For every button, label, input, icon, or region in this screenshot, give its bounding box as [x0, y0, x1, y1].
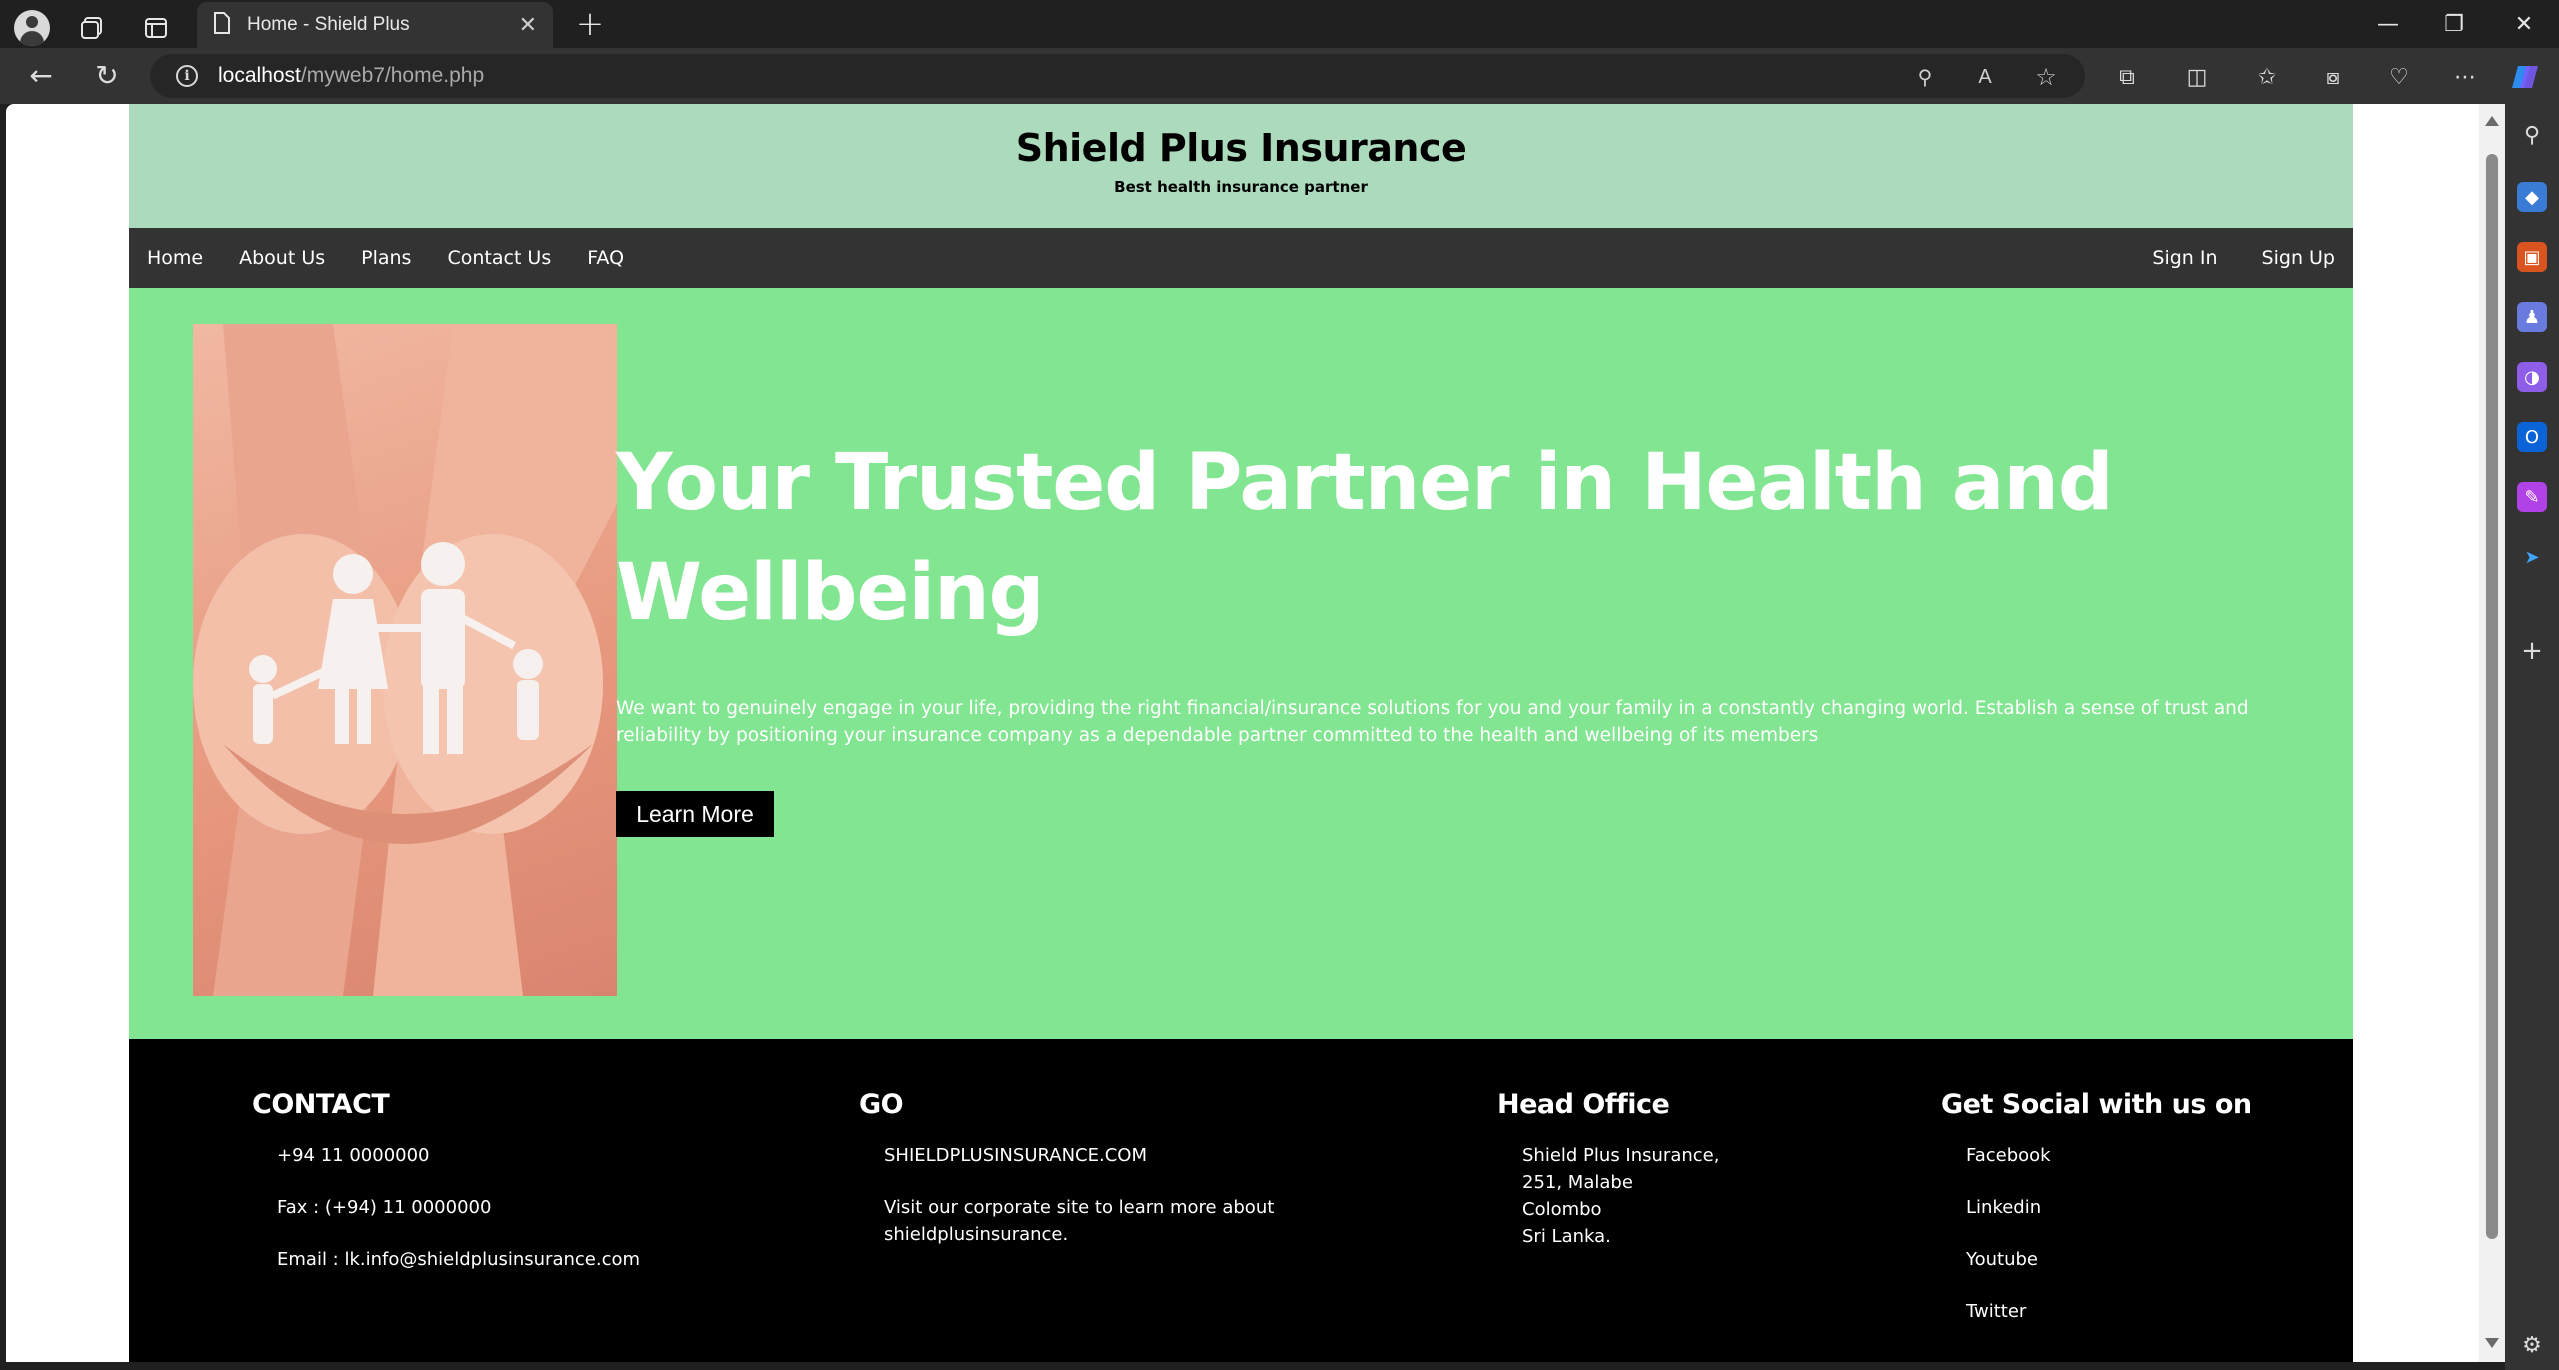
microsoft-365-icon[interactable]: ◑ [2517, 362, 2547, 392]
site: Shield Plus Insurance Best health insura… [129, 104, 2353, 1362]
active-tab[interactable]: Home - Shield Plus ✕ [197, 2, 553, 48]
games-icon[interactable]: ♟ [2517, 302, 2547, 332]
zoom-icon[interactable]: ⚲ [1912, 64, 1938, 90]
footer-corporate-link[interactable]: SHIELDPLUSINSURANCE.COM [884, 1142, 1299, 1169]
favorites-icon[interactable]: ✩ [2252, 62, 2282, 92]
workspaces-icon[interactable] [72, 8, 112, 48]
page-viewport: Shield Plus Insurance Best health insura… [6, 104, 2479, 1362]
footer-corporate-description: Visit our corporate site to learn more a… [884, 1197, 1275, 1245]
nav-home[interactable]: Home [147, 247, 203, 269]
nav-contact-us[interactable]: Contact Us [447, 247, 551, 269]
auth-links: Sign In Sign Up [2108, 228, 2335, 288]
copilot-icon[interactable] [2510, 62, 2540, 92]
add-icon[interactable]: + [2517, 636, 2547, 666]
footer-linkedin-link[interactable]: Linkedin [1966, 1194, 2252, 1221]
nav-plans[interactable]: Plans [361, 247, 411, 269]
search-icon[interactable]: ⚲ [2517, 120, 2547, 150]
nav-about-us[interactable]: About Us [239, 247, 325, 269]
plus-icon[interactable]: + [570, 4, 610, 44]
footer-address-line: Colombo [1522, 1199, 1602, 1220]
page-icon [213, 12, 231, 38]
shopping-icon[interactable]: ◆ [2517, 182, 2547, 212]
footer-facebook-link[interactable]: Facebook [1966, 1142, 2252, 1169]
settings-icon[interactable]: ⚙ [2517, 1330, 2547, 1360]
close-icon[interactable]: ✕ [519, 13, 537, 38]
hero-description: We want to genuinely engage in your life… [616, 698, 2249, 746]
refresh-icon[interactable]: ↻ [92, 59, 122, 92]
tab-actions-icon[interactable] [136, 8, 176, 48]
url-text[interactable]: localhost/myweb7/home.php [218, 64, 484, 88]
hero-section: Your Trusted Partner in Health and Wellb… [129, 288, 2353, 1039]
scroll-thumb[interactable] [2486, 154, 2498, 1239]
hero-heading: Your Trusted Partner in Health and Wellb… [616, 438, 2114, 638]
site-tagline: Best health insurance partner [1114, 178, 1368, 196]
footer-address-line: Shield Plus Insurance, [1522, 1145, 1720, 1166]
info-icon[interactable]: i [176, 65, 198, 87]
restore-icon[interactable]: ❐ [2424, 4, 2484, 44]
learn-more-button[interactable]: Learn More [616, 791, 774, 837]
tab-title: Home - Shield Plus [247, 14, 410, 35]
nav-faq[interactable]: FAQ [587, 247, 624, 269]
page-scrollbar[interactable] [2479, 104, 2505, 1362]
footer-social: Get Social with us on Facebook Linkedin … [1941, 1089, 2252, 1350]
family-hands-image [193, 324, 617, 996]
more-icon[interactable]: ⋯ [2450, 62, 2480, 92]
tab-strip: Home - Shield Plus ✕ + — ❐ ✕ [0, 0, 2559, 48]
footer-address-line: Sri Lanka. [1522, 1226, 1611, 1247]
read-aloud-icon[interactable]: A [1972, 64, 1998, 90]
footer-fax: Fax : (+94) 11 0000000 [277, 1197, 492, 1218]
footer-go-heading: GO [859, 1089, 904, 1120]
footer-address-line: 251, Malabe [1522, 1172, 1633, 1193]
back-icon[interactable]: ← [26, 59, 56, 92]
designer-icon[interactable]: ✎ [2517, 482, 2547, 512]
address-bar-row: ← ↻ i localhost/myweb7/home.php ⚲ A ☆ ⧉ … [0, 48, 2559, 104]
footer-contact-heading: CONTACT [252, 1089, 390, 1120]
footer-email[interactable]: Email : lk.info@shieldplusinsurance.com [277, 1246, 640, 1273]
outlook-icon[interactable]: O [2517, 422, 2547, 452]
edge-sidebar: ⚲ ◆ ▣ ♟ ◑ O ✎ ➤ + ⚙ [2505, 104, 2559, 1370]
site-header: Shield Plus Insurance Best health insura… [129, 104, 2353, 228]
site-footer: CONTACT +94 11 0000000 Fax : (+94) 11 00… [129, 1039, 2353, 1362]
nav-sign-up[interactable]: Sign Up [2262, 247, 2335, 269]
window-close-icon[interactable]: ✕ [2494, 4, 2554, 44]
address-bar[interactable]: i localhost/myweb7/home.php ⚲ A ☆ [150, 54, 2085, 98]
nav-sign-in[interactable]: Sign In [2152, 247, 2217, 269]
site-title: Shield Plus Insurance [1015, 126, 1467, 170]
footer-social-heading: Get Social with us on [1941, 1089, 2252, 1120]
browser-essentials-icon[interactable]: ♡ [2384, 62, 2414, 92]
split-screen-icon[interactable]: ◫ [2182, 62, 2212, 92]
footer-contact: CONTACT +94 11 0000000 Fax : (+94) 11 00… [252, 1089, 640, 1298]
footer-head-office: Head Office Shield Plus Insurance, 251, … [1497, 1089, 1719, 1250]
footer-phone[interactable]: +94 11 0000000 [277, 1142, 640, 1169]
extensions-icon[interactable]: ⧉ [2112, 62, 2142, 92]
footer-head-office-heading: Head Office [1497, 1089, 1670, 1120]
footer-go: GO SHIELDPLUSINSURANCE.COM Visit our cor… [859, 1089, 1299, 1273]
main-nav: Home About Us Plans Contact Us FAQ Sign … [129, 228, 2353, 288]
minimize-icon[interactable]: — [2358, 4, 2418, 44]
scroll-up-arrow[interactable] [2485, 116, 2499, 126]
send-icon[interactable]: ➤ [2517, 542, 2547, 572]
profile-icon[interactable] [12, 8, 52, 48]
favorite-star-icon[interactable]: ☆ [2033, 63, 2059, 91]
collections-icon[interactable]: ⧇ [2318, 62, 2348, 92]
footer-twitter-link[interactable]: Twitter [1966, 1298, 2252, 1325]
tools-icon[interactable]: ▣ [2517, 242, 2547, 272]
scroll-down-arrow[interactable] [2485, 1338, 2499, 1348]
footer-youtube-link[interactable]: Youtube [1966, 1246, 2252, 1273]
